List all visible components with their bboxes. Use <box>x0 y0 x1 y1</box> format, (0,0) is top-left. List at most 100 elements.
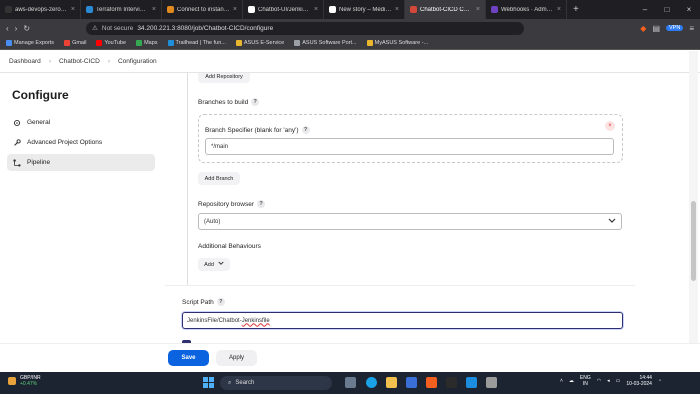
breadcrumb-dashboard[interactable]: Dashboard <box>9 58 41 65</box>
bookmark-item[interactable]: MyASUS Software -... <box>366 40 429 46</box>
close-tab-icon[interactable]: × <box>314 6 318 13</box>
vpn-button[interactable]: VPN <box>666 25 684 31</box>
menu-icon[interactable]: ≡ <box>689 24 694 33</box>
tab-title: Chatbot-CICD Config <box>420 6 473 13</box>
form-action-bar: Save Apply <box>0 343 700 372</box>
new-tab-icon[interactable]: + <box>567 4 585 15</box>
taskbar-search[interactable]: ⌕ Search <box>220 376 332 390</box>
bookmark-item[interactable]: ASUS Software Port... <box>294 40 357 46</box>
bookmark-item[interactable]: Manage Exports <box>6 40 54 46</box>
branches-to-build-text: Branches to build <box>198 98 249 106</box>
browser-tab[interactable]: Chatbot-UI/JenkinsFile/C× <box>243 0 324 19</box>
wifi-icon[interactable]: ◠ <box>597 378 601 384</box>
tab-title: aws-devops-zero-to-hero <box>15 6 68 13</box>
reload-icon[interactable]: ↻ <box>23 24 30 33</box>
breadcrumb-configuration[interactable]: Configuration <box>118 58 157 65</box>
repository-browser-value: (Auto) <box>204 218 221 225</box>
help-icon[interactable]: ? <box>251 98 260 106</box>
bookmark-item[interactable]: ASUS E-Service <box>235 40 284 46</box>
edge-icon[interactable] <box>366 377 377 388</box>
windows-start-icon[interactable] <box>203 377 214 388</box>
script-path-input[interactable]: JenkinsFile/Chatbot- Jenkinsfile <box>182 312 623 329</box>
apply-button[interactable]: Apply <box>216 350 257 366</box>
bookmark-favicon-icon <box>96 40 103 46</box>
close-tab-icon[interactable]: × <box>476 6 480 13</box>
add-repository-button[interactable]: Add Repository <box>198 73 250 83</box>
sidebar-item-general[interactable]: General <box>7 114 155 131</box>
stock-widget[interactable]: GBP/INR +0.47% <box>8 375 41 387</box>
repository-browser-select[interactable]: (Auto) <box>198 213 622 230</box>
bookmark-item[interactable]: YouTube <box>96 40 126 46</box>
forward-icon[interactable]: › <box>15 24 18 33</box>
language-indicator[interactable]: ENG IN <box>580 375 591 387</box>
clock[interactable]: 14:44 10-03-2024 <box>626 375 652 387</box>
search-placeholder: Search <box>235 380 255 386</box>
not-secure-warning-icon: ⚠ <box>92 25 98 32</box>
terminal-icon[interactable] <box>446 377 457 388</box>
bookmark-label: MyASUS Software -... <box>374 40 429 46</box>
browser-toolbar: ‹ › ↻ ⚠ Not secure 34.200.221.3:8080/job… <box>0 19 700 37</box>
browser-tab[interactable]: aws-devops-zero-to-hero× <box>0 0 81 19</box>
scrollbar-thumb[interactable] <box>691 201 696 281</box>
add-branch-button[interactable]: Add Branch <box>198 172 240 185</box>
page-scrollbar[interactable] <box>689 51 698 343</box>
chevron-up-icon[interactable]: ˄ <box>560 378 563 384</box>
cloud-icon[interactable]: ☁ <box>569 378 574 384</box>
minimize-icon[interactable]: – <box>634 5 656 14</box>
breadcrumb-job[interactable]: Chatbot-CICD <box>59 58 100 65</box>
save-button[interactable]: Save <box>168 350 209 366</box>
chevron-down-icon <box>218 261 224 268</box>
vscode-icon[interactable] <box>466 377 477 388</box>
browser-tab[interactable]: Webhooks · Administrati× <box>486 0 567 19</box>
bookmark-favicon-icon <box>6 40 12 46</box>
volume-icon[interactable]: ◂ <box>607 378 610 384</box>
back-icon[interactable]: ‹ <box>6 24 9 33</box>
tab-title: New story – Medium <box>339 6 392 13</box>
close-tab-icon[interactable]: × <box>233 6 237 13</box>
security-label: Not secure <box>101 24 134 32</box>
task-view-icon[interactable] <box>345 377 356 388</box>
system-tray: ˄ ☁ ENG IN ◠ ◂ ▭ 14:44 10-03-2024 ◔ <box>560 375 661 387</box>
bookmark-favicon-icon <box>235 40 242 46</box>
browser-tab[interactable]: New story – Medium × <box>324 0 405 19</box>
script-path-value-suffix: Jenkinsfile <box>241 317 270 324</box>
wallet-icon[interactable]: ▤ <box>652 24 660 33</box>
bookmark-label: Maps <box>144 40 158 46</box>
maximize-icon[interactable]: □ <box>656 5 678 14</box>
bookmark-item[interactable]: Trailhead | The fun... <box>167 40 226 46</box>
notification-icon[interactable]: ◔ <box>658 378 661 384</box>
tab-favicon-icon <box>248 6 255 13</box>
branch-specifier-input[interactable]: */main <box>205 138 614 155</box>
tab-title: Connect to instance | EC2 <box>177 6 230 13</box>
app-icon[interactable] <box>486 377 497 388</box>
store-icon[interactable] <box>406 377 417 388</box>
file-explorer-icon[interactable] <box>386 377 397 388</box>
page-title: Configure <box>12 88 69 102</box>
sidebar-item-label: General <box>27 119 51 126</box>
sidebar-item-pipeline[interactable]: Pipeline <box>7 154 155 171</box>
close-tab-icon[interactable]: × <box>71 6 75 13</box>
bookmark-favicon-icon <box>294 40 301 46</box>
add-behaviour-button[interactable]: Add <box>198 258 230 271</box>
close-tab-icon[interactable]: × <box>152 6 156 13</box>
tab-title: Terraform Interview Q&A <box>96 6 149 13</box>
battery-icon[interactable]: ▭ <box>616 378 621 384</box>
bookmark-item[interactable]: Gmail <box>64 40 86 46</box>
browser-tab[interactable]: Terraform Interview Q&A× <box>81 0 162 19</box>
help-icon[interactable]: ? <box>301 126 310 134</box>
close-icon[interactable]: × <box>605 121 615 131</box>
help-icon[interactable]: ? <box>216 298 225 306</box>
brave-icon[interactable] <box>426 377 437 388</box>
browser-tab[interactable]: Connect to instance | EC2× <box>162 0 243 19</box>
help-icon[interactable]: ? <box>257 200 265 208</box>
close-tab-icon[interactable]: × <box>557 6 561 13</box>
branch-specifier-label: Branch Specifier (blank for 'any') ? <box>205 126 310 134</box>
close-tab-icon[interactable]: × <box>395 6 399 13</box>
browser-tab[interactable]: Chatbot-CICD Config × <box>405 0 486 19</box>
close-window-icon[interactable]: × <box>678 5 700 14</box>
bookmark-item[interactable]: Maps <box>136 40 158 46</box>
bookmark-favicon-icon <box>167 40 174 46</box>
brave-shield-icon[interactable]: ◆ <box>640 24 646 33</box>
sidebar-item-advanced-project-options[interactable]: Advanced Project Options <box>7 134 155 151</box>
url-bar[interactable]: ⚠ Not secure 34.200.221.3:8080/job/Chatb… <box>86 21 525 35</box>
